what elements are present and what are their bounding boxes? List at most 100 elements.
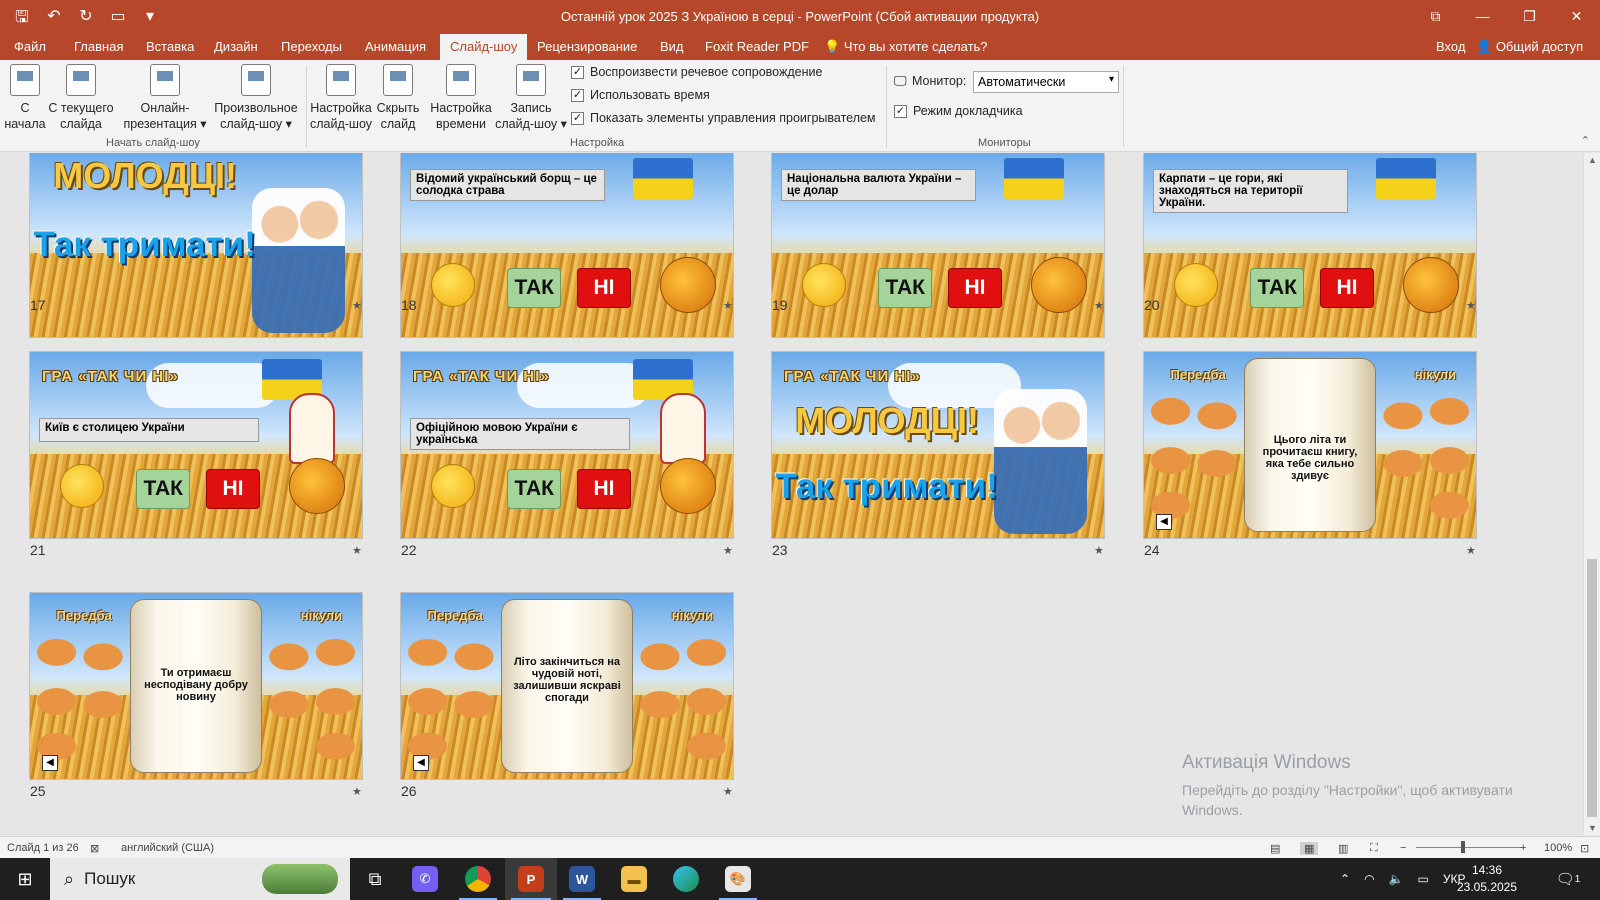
powerpoint-icon[interactable]: P (505, 858, 557, 900)
taskbar: ⊞ ⌕ Пошук ⧉ ✆ P W ▬ 🎨 ⌃ ◠ 🔈 ▭ УКР 14:36 … (0, 858, 1600, 900)
transition-star-icon[interactable]: ★ (723, 785, 733, 798)
windows-start-icon[interactable]: ⊞ (0, 858, 50, 900)
slide-thumbnail[interactable]: Передба нікули Літо закінчиться на чудові… (400, 592, 734, 780)
tab-animations[interactable]: Анимация (365, 39, 426, 54)
task-view-icon[interactable]: ⧉ (350, 858, 400, 900)
transition-star-icon[interactable]: ★ (352, 544, 362, 557)
sad-emoji-icon (659, 458, 716, 515)
spellcheck-icon[interactable]: ⊠ (90, 842, 99, 855)
viber-icon[interactable]: ✆ (400, 858, 450, 900)
ribbon-display-icon[interactable]: ⧉ (1412, 0, 1459, 32)
word-icon[interactable]: W (557, 858, 607, 900)
transition-star-icon[interactable]: ★ (723, 544, 733, 557)
group-separator (886, 66, 887, 148)
presenter-view-checkbox[interactable]: ✓ Режим докладчика (894, 104, 1023, 118)
slide-thumbnail[interactable]: МОЛОДЦІ! Так тримати! (29, 153, 363, 338)
rehearse-timings-button[interactable]: Настройка времени (426, 64, 496, 132)
clock-time: 14:36 (1471, 863, 1503, 877)
watermark-text: Перейдіть до розділу "Настройки", щоб ак… (1182, 782, 1513, 818)
battery-icon[interactable]: ▭ (1418, 872, 1429, 886)
tab-file[interactable]: Файл (14, 39, 46, 54)
tab-home[interactable]: Главная (74, 39, 123, 54)
fit-to-window-icon[interactable]: ⊡ (1580, 842, 1589, 855)
from-beginning-button[interactable]: С начала (4, 64, 46, 132)
close-button[interactable]: ✕ (1553, 0, 1600, 32)
chrome-icon[interactable] (453, 858, 503, 900)
transition-star-icon[interactable]: ★ (1466, 299, 1476, 312)
slide-thumbnail[interactable]: ГРА «ТАК ЧИ НІ» Офіційною мовою України … (400, 351, 734, 539)
tab-foxit[interactable]: Foxit Reader PDF (705, 39, 809, 54)
chevron-up-icon[interactable]: ⌃ (1340, 872, 1350, 886)
zoom-slider[interactable] (1416, 847, 1522, 848)
zoom-slider-thumb[interactable] (1461, 841, 1465, 853)
custom-slideshow-button[interactable]: Произвольное слайд-шоу ▾ (210, 64, 302, 132)
slideshow-view-icon[interactable]: ⛶ (1370, 842, 1378, 855)
reading-view-icon[interactable]: ▥ (1338, 842, 1348, 855)
transition-star-icon[interactable]: ★ (352, 299, 362, 312)
transition-star-icon[interactable]: ★ (352, 785, 362, 798)
maximize-button[interactable]: ❐ (1506, 0, 1553, 32)
happy-emoji-icon (1173, 262, 1218, 307)
present-online-button[interactable]: Онлайн- презентация ▾ (120, 64, 210, 132)
zoom-in-icon[interactable]: + (1520, 842, 1526, 854)
share-button[interactable]: 👤 Общий доступ (1476, 39, 1583, 55)
slide-thumbnail[interactable]: Передба нікули Ти отримаєш несподівану до… (29, 592, 363, 780)
volume-icon[interactable]: 🔈 (1389, 872, 1404, 886)
turtle-illustration (262, 864, 338, 894)
edge-icon[interactable] (661, 858, 711, 900)
monitor-select[interactable]: Автоматически (973, 71, 1119, 93)
normal-view-icon[interactable]: ▤ (1270, 842, 1280, 855)
slide-thumbnail[interactable]: Відомий український борщ – це солодка ст… (400, 153, 734, 338)
transition-star-icon[interactable]: ★ (1094, 299, 1104, 312)
taskbar-search[interactable]: ⌕ Пошук (50, 858, 350, 900)
tab-slideshow[interactable]: Слайд-шоу (440, 34, 528, 60)
slide-thumbnail[interactable]: Карпати – це гори, які знаходяться на те… (1143, 153, 1477, 338)
yes-button: ТАК (878, 268, 933, 309)
collapse-ribbon-icon[interactable]: ⌃ (1581, 134, 1590, 147)
slide-sorter-view-icon[interactable]: ▦ (1300, 842, 1319, 855)
hide-slide-icon (383, 64, 413, 96)
show-media-controls-checkbox[interactable]: ✓ Показать элементы управления проигрыват… (571, 111, 876, 125)
tab-design[interactable]: Дизайн (214, 39, 258, 54)
clock-date: 23.05.2025 (1456, 880, 1518, 894)
slide-thumbnail[interactable]: ГРА «ТАК ЧИ НІ» МОЛОДЦІ! Так тримати! (771, 351, 1105, 539)
notifications-icon[interactable]: 🗨 1 (1548, 858, 1588, 900)
minimize-button[interactable]: — (1459, 0, 1506, 32)
scroll-up-icon[interactable]: ▲ (1588, 155, 1597, 165)
zoom-out-icon[interactable]: − (1400, 842, 1406, 854)
zoom-level[interactable]: 100% (1544, 842, 1572, 854)
slide-thumbnail[interactable]: Національна валюта України – це долар ТА… (771, 153, 1105, 338)
scrollbar-thumb[interactable] (1587, 559, 1597, 817)
slide-number: 26 (401, 783, 417, 799)
play-narrations-checkbox[interactable]: ✓ Воспроизвести речевое сопровождение (571, 65, 822, 79)
record-slideshow-button[interactable]: Запись слайд-шоу ▾ (494, 64, 568, 132)
slide-thumbnail[interactable]: Передба нікули Цього літа ти прочитаєш кн… (1143, 351, 1477, 539)
clock[interactable]: 14:36 23.05.2025 (1455, 862, 1519, 896)
checkbox-checked-icon: ✓ (571, 65, 584, 79)
tab-insert[interactable]: Вставка (146, 39, 194, 54)
transition-star-icon[interactable]: ★ (723, 299, 733, 312)
monitor-icon: 🖵 (894, 73, 907, 88)
file-explorer-icon[interactable]: ▬ (609, 858, 659, 900)
tab-review[interactable]: Рецензирование (537, 39, 637, 54)
slideshow-current-icon (66, 64, 96, 96)
transition-star-icon[interactable]: ★ (1094, 544, 1104, 557)
children-illustration (252, 188, 346, 334)
happy-emoji-icon (430, 463, 475, 508)
status-bar: Слайд 1 из 26 ⊠ английский (США) ▤ ▦ ▥ ⛶… (0, 836, 1600, 858)
use-timings-checkbox[interactable]: ✓ Использовать время (571, 88, 710, 102)
paint-icon[interactable]: 🎨 (713, 858, 763, 900)
tell-me-search[interactable]: 💡 Что вы хотите сделать? (824, 39, 988, 55)
tab-transitions[interactable]: Переходы (281, 39, 342, 54)
language-indicator[interactable]: английский (США) (121, 842, 214, 854)
wifi-icon[interactable]: ◠ (1364, 872, 1374, 886)
vertical-scrollbar[interactable]: ▲ ▼ (1583, 153, 1600, 835)
tab-view[interactable]: Вид (660, 39, 684, 54)
transition-star-icon[interactable]: ★ (1466, 544, 1476, 557)
from-current-slide-button[interactable]: С текущего слайда (48, 64, 114, 132)
slide-thumbnail[interactable]: ГРА «ТАК ЧИ НІ» Київ є столицею України … (29, 351, 363, 539)
setup-slideshow-button[interactable]: Настройка слайд-шоу (308, 64, 374, 132)
scroll-down-icon[interactable]: ▼ (1588, 823, 1597, 833)
sign-in-link[interactable]: Вход (1436, 39, 1465, 54)
hide-slide-button[interactable]: Скрыть слайд (374, 64, 422, 132)
